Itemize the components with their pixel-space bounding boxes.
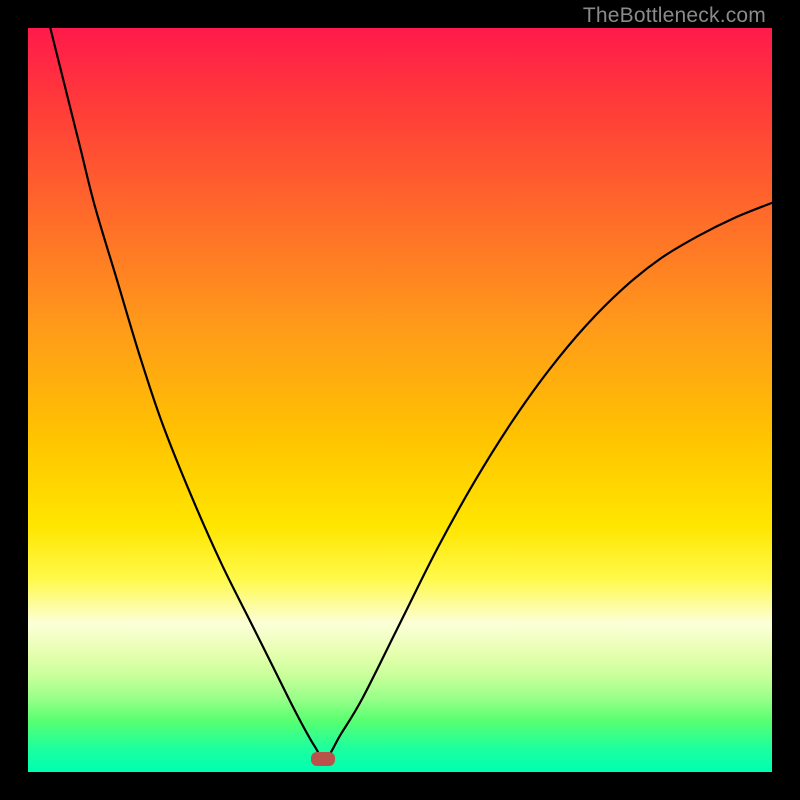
outer-frame: TheBottleneck.com — [0, 0, 800, 800]
bottleneck-curve — [28, 28, 772, 772]
optimal-point-marker — [311, 752, 335, 766]
watermark-text: TheBottleneck.com — [583, 4, 766, 28]
